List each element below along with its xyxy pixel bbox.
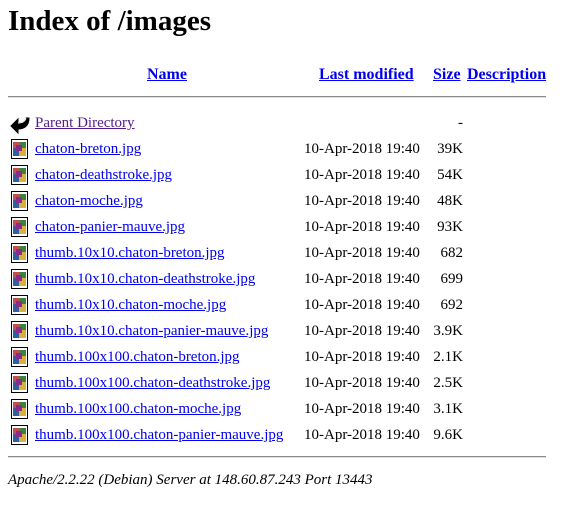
file-modified: 10-Apr-2018 19:40 (304, 219, 420, 235)
file-size: 682 (440, 245, 464, 261)
sort-by-size-link[interactable]: Size (433, 66, 461, 83)
image-file-icon (11, 165, 28, 185)
top-divider (8, 96, 546, 98)
file-row: thumb.100x100.chaton-breton.jpg 10-Apr-20… (0, 346, 564, 372)
file-modified: 10-Apr-2018 19:40 (304, 245, 420, 261)
image-file-icon (11, 217, 28, 237)
file-row: chaton-breton.jpg 10-Apr-2018 19:40 39K (0, 138, 564, 164)
sort-by-last-modified-link[interactable]: Last modified (319, 66, 414, 83)
file-size: 2.1K (433, 349, 463, 365)
image-file-icon (11, 347, 28, 367)
column-header-name[interactable]: Name (147, 65, 187, 85)
file-modified: 10-Apr-2018 19:40 (304, 401, 420, 417)
file-row: chaton-moche.jpg 10-Apr-2018 19:40 48K (0, 190, 564, 216)
parent-directory-link[interactable]: Parent Directory (35, 114, 135, 132)
file-link[interactable]: thumb.10x10.chaton-breton.jpg (35, 244, 225, 262)
file-row: thumb.10x10.chaton-deathstroke.jpg 10-Apr… (0, 268, 564, 294)
file-link[interactable]: thumb.10x10.chaton-moche.jpg (35, 296, 226, 314)
file-link[interactable]: thumb.100x100.chaton-breton.jpg (35, 348, 240, 366)
file-link[interactable]: thumb.10x10.chaton-panier-mauve.jpg (35, 322, 268, 340)
file-size: 3.9K (433, 323, 463, 339)
parent-directory-row: Parent Directory - (0, 112, 564, 138)
file-size: 699 (440, 271, 464, 287)
image-file-icon (11, 425, 28, 445)
image-file-icon (11, 243, 28, 263)
file-size: 93K (437, 219, 463, 235)
file-size: 3.1K (433, 401, 463, 417)
file-modified: 10-Apr-2018 19:40 (304, 271, 420, 287)
page-title: Index of /images (8, 5, 211, 37)
file-size: 39K (437, 141, 463, 157)
file-row: thumb.100x100.chaton-deathstroke.jpg 10-A… (0, 372, 564, 398)
image-file-icon (11, 139, 28, 159)
file-link[interactable]: chaton-deathstroke.jpg (35, 166, 172, 184)
file-size: 2.5K (433, 375, 463, 391)
file-row: thumb.10x10.chaton-moche.jpg 10-Apr-2018 … (0, 294, 564, 320)
image-file-icon (11, 399, 28, 419)
column-header-last-modified[interactable]: Last modified (319, 65, 414, 85)
file-size: 48K (437, 193, 463, 209)
sort-by-description-link[interactable]: Description (467, 66, 546, 83)
column-header-description[interactable]: Description (467, 65, 546, 85)
parent-size: - (458, 115, 463, 131)
file-link[interactable]: thumb.100x100.chaton-moche.jpg (35, 400, 241, 418)
file-row: thumb.10x10.chaton-breton.jpg 10-Apr-2018… (0, 242, 564, 268)
file-modified: 10-Apr-2018 19:40 (304, 297, 420, 313)
file-link[interactable]: chaton-moche.jpg (35, 192, 143, 210)
image-file-icon (11, 373, 28, 393)
file-modified: 10-Apr-2018 19:40 (304, 323, 420, 339)
back-arrow-icon (10, 117, 30, 134)
file-modified: 10-Apr-2018 19:40 (304, 167, 420, 183)
image-file-icon (11, 191, 28, 211)
file-link[interactable]: chaton-breton.jpg (35, 140, 141, 158)
image-file-icon (11, 295, 28, 315)
file-link[interactable]: thumb.100x100.chaton-panier-mauve.jpg (35, 426, 283, 444)
bottom-divider (8, 456, 546, 458)
file-modified: 10-Apr-2018 19:40 (304, 375, 420, 391)
file-modified: 10-Apr-2018 19:40 (304, 349, 420, 365)
file-modified: 10-Apr-2018 19:40 (304, 141, 420, 157)
file-row: chaton-deathstroke.jpg 10-Apr-2018 19:40 5… (0, 164, 564, 190)
file-size: 692 (440, 297, 464, 313)
file-link[interactable]: chaton-panier-mauve.jpg (35, 218, 185, 236)
file-size: 54K (437, 167, 463, 183)
file-row: thumb.10x10.chaton-panier-mauve.jpg 10-Ap… (0, 320, 564, 346)
server-signature: Apache/2.2.22 (Debian) Server at 148.60.… (8, 472, 373, 488)
column-header-size[interactable]: Size (433, 65, 461, 85)
file-link[interactable]: thumb.10x10.chaton-deathstroke.jpg (35, 270, 255, 288)
file-size: 9.6K (433, 427, 463, 443)
file-modified: 10-Apr-2018 19:40 (304, 193, 420, 209)
sort-by-name-link[interactable]: Name (147, 66, 187, 83)
file-modified: 10-Apr-2018 19:40 (304, 427, 420, 443)
file-row: thumb.100x100.chaton-moche.jpg 10-Apr-201… (0, 398, 564, 424)
image-file-icon (11, 321, 28, 341)
file-row: chaton-panier-mauve.jpg 10-Apr-2018 19:40… (0, 216, 564, 242)
file-link[interactable]: thumb.100x100.chaton-deathstroke.jpg (35, 374, 270, 392)
image-file-icon (11, 269, 28, 289)
file-row: thumb.100x100.chaton-panier-mauve.jpg 10-… (0, 424, 564, 450)
